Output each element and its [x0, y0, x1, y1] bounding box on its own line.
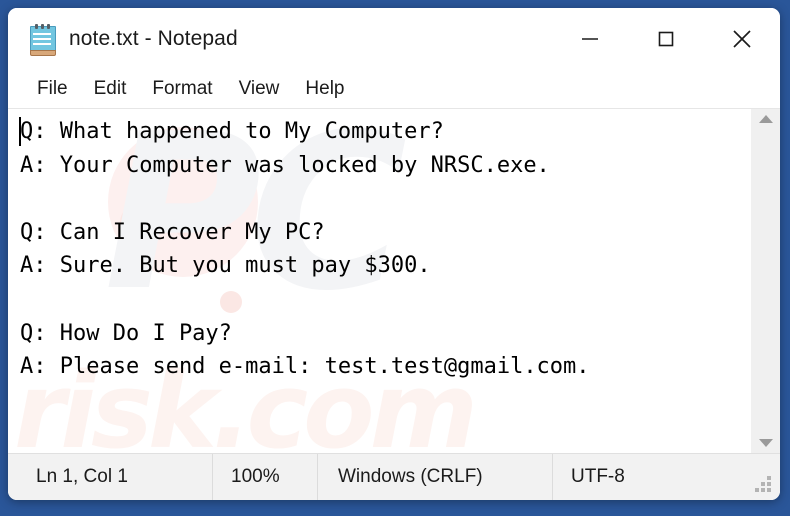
menu-item-format[interactable]: Format	[139, 76, 225, 102]
editor-area: PC risk.com Q: What happened to My Compu…	[8, 109, 780, 453]
status-cursor-position: Ln 1, Col 1	[8, 454, 213, 500]
close-button[interactable]	[704, 8, 780, 70]
text-editor[interactable]: PC risk.com Q: What happened to My Compu…	[8, 109, 750, 453]
maximize-icon	[653, 26, 679, 52]
menu-bar: File Edit Format View Help	[8, 70, 780, 109]
text-caret	[19, 117, 21, 146]
notepad-icon	[28, 23, 56, 56]
menu-item-view[interactable]: View	[226, 76, 293, 102]
title-bar[interactable]: note.txt - Notepad	[8, 8, 780, 70]
scroll-down-icon[interactable]	[758, 439, 773, 447]
maximize-button[interactable]	[628, 8, 704, 70]
title-bar-left: note.txt - Notepad	[8, 23, 238, 56]
resize-grip-icon[interactable]	[755, 476, 771, 492]
vertical-scrollbar[interactable]	[750, 109, 780, 453]
menu-item-help[interactable]: Help	[292, 76, 357, 102]
window-title: note.txt - Notepad	[69, 27, 238, 50]
minimize-button[interactable]	[552, 8, 628, 70]
close-icon	[728, 25, 756, 53]
menu-item-file[interactable]: File	[24, 76, 81, 102]
scroll-up-icon[interactable]	[758, 115, 773, 123]
status-encoding[interactable]: UTF-8	[553, 454, 773, 500]
status-zoom-level[interactable]: 100%	[213, 454, 318, 500]
scrollbar-track[interactable]	[751, 123, 780, 439]
note-text-content[interactable]: Q: What happened to My Computer? A: Your…	[8, 109, 750, 384]
notepad-window: note.txt - Notepad File Edit Format View…	[8, 8, 780, 500]
minimize-icon	[577, 26, 603, 52]
status-bar: Ln 1, Col 1 100% Windows (CRLF) UTF-8	[8, 453, 780, 500]
window-controls	[552, 8, 780, 70]
status-line-ending[interactable]: Windows (CRLF)	[318, 454, 553, 500]
menu-item-edit[interactable]: Edit	[81, 76, 140, 102]
